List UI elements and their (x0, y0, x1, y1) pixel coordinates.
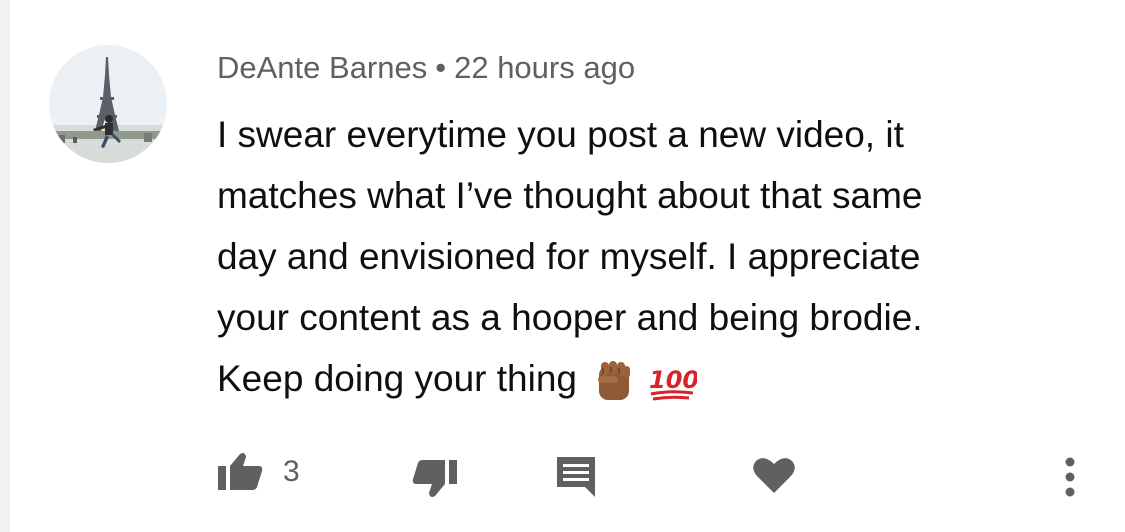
more-vert-icon (1065, 457, 1075, 497)
like-count: 3 (283, 455, 300, 488)
emoji-group: 100 (591, 358, 697, 404)
thumbs-down-icon (412, 460, 457, 497)
comment-timestamp[interactable]: 22 hours ago (454, 50, 635, 85)
hundred-points-emoji: 100 (649, 366, 697, 401)
dislike-button[interactable] (410, 458, 460, 498)
author-name[interactable]: DeAnte Barnes (217, 50, 427, 85)
heart-button[interactable] (752, 455, 796, 495)
avatar-photo (49, 45, 167, 163)
like-button[interactable]: 3 (215, 452, 300, 492)
meta-separator: • (435, 50, 447, 85)
comment-actions: 3 (0, 450, 1125, 504)
heart-icon (753, 458, 795, 493)
reply-button[interactable] (555, 455, 597, 499)
thumbs-up-icon (218, 453, 263, 490)
raised-fist-medium-dark-emoji (598, 361, 630, 401)
comment-meta: DeAnte Barnes • 22 hours ago (217, 48, 635, 88)
comment-body: I swear everytime you post a new video, … (217, 104, 1077, 409)
comment-text: I swear everytime you post a new video, … (217, 114, 923, 399)
reply-icon (557, 457, 595, 497)
avatar[interactable] (49, 45, 167, 163)
svg-text:100: 100 (649, 366, 697, 394)
more-options-button[interactable] (1058, 456, 1082, 498)
